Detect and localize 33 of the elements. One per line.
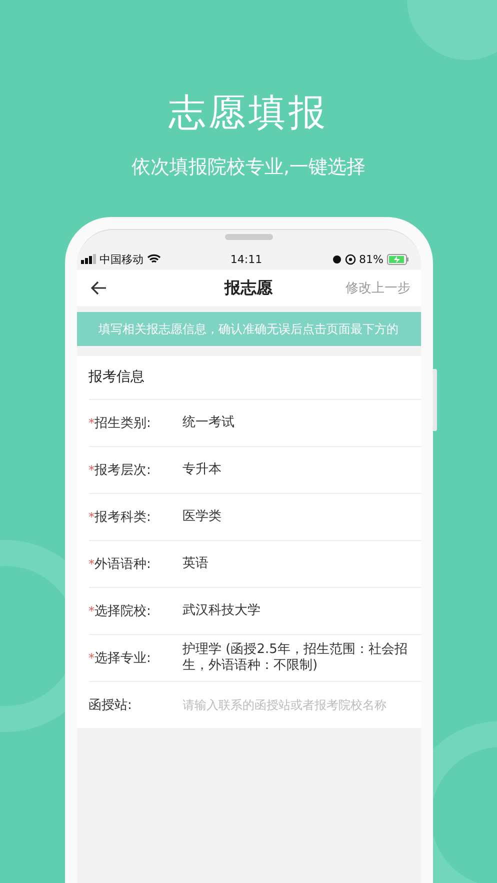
field-label: 招生类别: [94, 415, 151, 432]
field-value[interactable]: 护理学 (函授2.5年，招生范围：社会招生，外语语种：不限制) [182, 642, 412, 674]
promo-subtitle: 依次填报院校专业,一键选择 [131, 155, 366, 179]
promo-title: 志愿填报 [168, 90, 328, 136]
wifi-icon [146, 254, 160, 264]
required-mark: * [88, 510, 94, 524]
page-title: 报志愿 [224, 278, 272, 298]
notice-text: 填写相关报志愿信息，确认准确无误后点击页面最下方的 [98, 320, 398, 338]
field-label: 函授站: [88, 697, 132, 714]
required-mark: * [88, 557, 94, 571]
field-value[interactable]: 专升本 [182, 462, 412, 478]
battery-charging-icon [386, 254, 408, 264]
field-value[interactable]: 统一考试 [182, 415, 412, 431]
field-value[interactable]: 医学类 [182, 509, 412, 525]
battery-percent: 81% [359, 252, 384, 266]
carrier-label: 中国移动 [100, 252, 144, 266]
field-value[interactable]: 武汉科技大学 [182, 603, 412, 619]
back-arrow-icon[interactable] [90, 281, 106, 295]
required-mark: * [88, 463, 94, 477]
required-mark: * [88, 416, 94, 430]
phone-speaker [224, 234, 272, 240]
rotation-lock-icon [345, 254, 356, 264]
section-title: 报考信息 [88, 356, 420, 400]
field-value[interactable]: 英语 [182, 556, 412, 572]
signal-icon [80, 254, 96, 264]
field-label: 选择专业: [94, 650, 151, 667]
field-label: 选择院校: [94, 603, 151, 620]
required-mark: * [88, 651, 94, 665]
field-label: 外语语种: [94, 556, 151, 573]
field-label: 报考层次: [94, 462, 151, 479]
required-mark: * [88, 604, 94, 618]
status-time: 14:11 [230, 252, 262, 266]
field-label: 报考科类: [94, 509, 151, 526]
